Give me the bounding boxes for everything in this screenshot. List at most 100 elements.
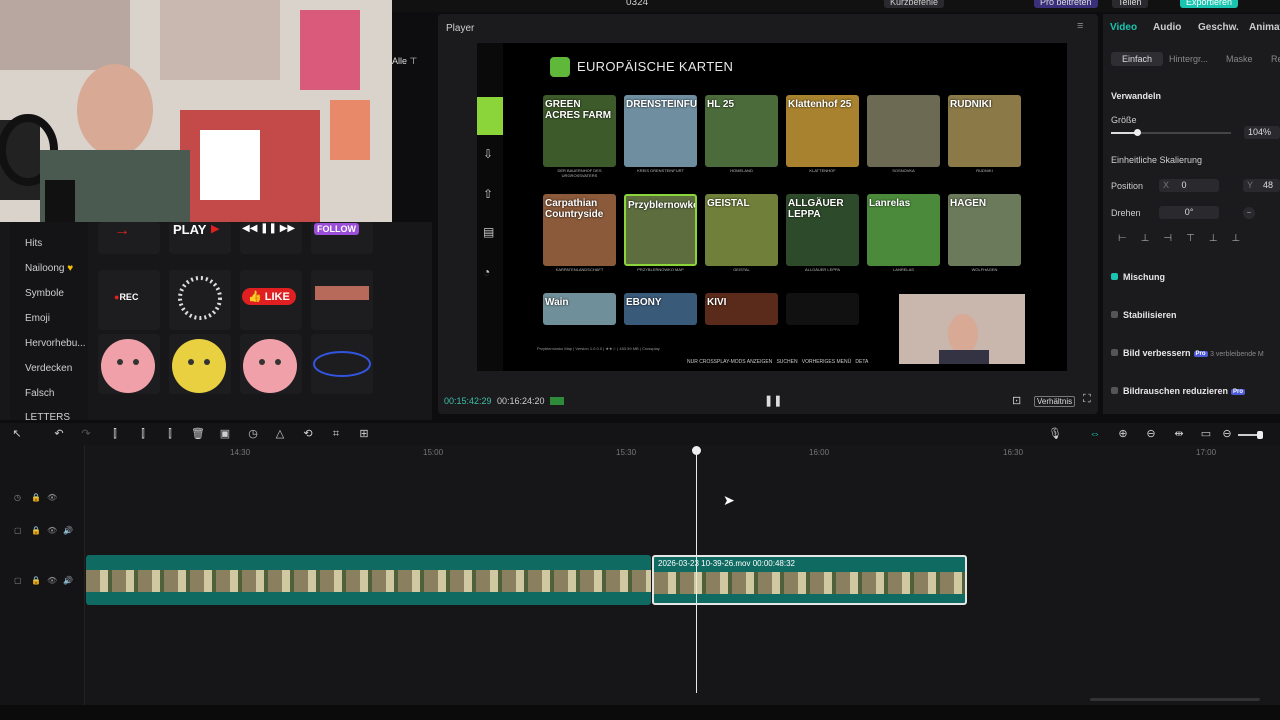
snap-icon[interactable]: ⇔ [1088, 427, 1102, 441]
map-tile[interactable]: Lanrelas [867, 194, 940, 266]
microphone-icon[interactable]: 🎙 [1048, 427, 1062, 441]
freeze-icon[interactable]: ▣ [218, 427, 232, 441]
sticker-like[interactable]: 👍 LIKE [240, 270, 302, 330]
resize-icon[interactable]: ⊞ [357, 427, 371, 441]
blend-checkbox[interactable] [1111, 273, 1118, 280]
select-tool-icon[interactable]: ↖ [10, 427, 24, 441]
fullscreen-icon[interactable]: ⛶ [1083, 393, 1091, 406]
eye-icon[interactable]: 👁 [47, 493, 57, 502]
map-tile[interactable]: HAGEN [948, 194, 1021, 266]
video-clip[interactable] [86, 555, 651, 605]
lock-icon[interactable]: 🔒 [31, 576, 41, 585]
pos-y-field[interactable]: Y 48 [1243, 179, 1280, 192]
mirror-icon[interactable]: △ [273, 427, 287, 441]
shortcuts-button[interactable]: Kurzbefehle [884, 0, 945, 8]
sticker-loading[interactable] [169, 270, 231, 330]
map-tile[interactable]: Klattenhof 25 [786, 95, 859, 167]
category-highlight[interactable]: Hervorhebu... [25, 338, 86, 349]
lock-icon[interactable]: 🔒 [31, 493, 41, 502]
subtab-background[interactable]: Hintergr... [1169, 54, 1208, 64]
video-preview[interactable]: ⇩ ⇧ ▤ ◔ EUROPÄISCHE KARTEN DER BAUERNHOF… [477, 43, 1067, 371]
tab-audio[interactable]: Audio [1153, 22, 1181, 33]
category-nailoong[interactable]: Nailoong ♥ [25, 263, 73, 274]
timeline-scrollbar[interactable] [1090, 698, 1260, 701]
speaker-icon[interactable]: 🔊 [63, 526, 73, 535]
zoom-slider-thumb[interactable] [1257, 431, 1263, 439]
chain-icon[interactable]: ⊖ [1144, 427, 1158, 441]
map-tile[interactable]: GEISTAL [705, 194, 778, 266]
split-left-icon[interactable]: ⫿ [136, 427, 150, 441]
track-frame-icon[interactable]: ▢ [14, 526, 22, 535]
align-clips-icon[interactable]: ⇹ [1172, 427, 1186, 441]
tab-animation[interactable]: Animat [1249, 22, 1280, 33]
sticker-follow[interactable]: FOLLOW [311, 222, 373, 254]
sticker-rec[interactable]: ●REC [98, 270, 160, 330]
screenshot-icon[interactable]: ⊡ [1012, 394, 1021, 407]
denoise-checkbox[interactable] [1111, 387, 1118, 394]
category-letters[interactable]: LETTERS [25, 412, 70, 423]
map-tile[interactable] [867, 95, 940, 167]
stabilize-checkbox[interactable] [1111, 311, 1118, 318]
filter-all-button[interactable]: Alle ⊤ [392, 56, 432, 70]
pause-button[interactable]: ❚❚ [764, 394, 782, 407]
sticker-pink-face-1[interactable] [98, 334, 160, 394]
map-tile[interactable]: Wain [543, 293, 616, 325]
play-clip-icon[interactable]: ◷ [246, 427, 260, 441]
align-toolbar[interactable]: ⊢⊥⊣⊤⊥⊥ [1118, 233, 1254, 244]
redo-icon[interactable]: ↷ [79, 427, 93, 441]
map-tile[interactable]: KIVI [705, 293, 778, 325]
subtab-mask[interactable]: Maske [1226, 54, 1253, 64]
split-right-icon[interactable]: ⫿ [163, 427, 177, 441]
map-tile[interactable] [786, 293, 859, 325]
map-tile[interactable]: DRENSTEINFURT [624, 95, 697, 167]
track-frame-icon[interactable]: ▢ [14, 576, 22, 585]
ratio-button[interactable]: Verhältnis [1034, 396, 1076, 407]
sticker-pink-face-2[interactable] [240, 334, 302, 394]
speaker-icon[interactable]: 🔊 [63, 576, 73, 585]
map-tile[interactable]: Carpathian Countryside [543, 194, 616, 266]
split-icon[interactable]: ⫿ [108, 427, 122, 441]
size-slider-thumb[interactable] [1134, 129, 1141, 136]
export-button[interactable]: Exportieren [1180, 0, 1239, 8]
sticker-media-controls[interactable]: ◀◀ ❚❚ ▶▶ [240, 222, 302, 254]
pos-x-field[interactable]: X 0 [1159, 179, 1219, 192]
category-cover[interactable]: Verdecken [25, 363, 72, 374]
delete-icon[interactable]: 🗑 [191, 427, 205, 441]
preview-icon[interactable]: ▭ [1199, 427, 1213, 441]
share-button[interactable]: Teilen [1112, 0, 1148, 8]
crop-icon[interactable]: ⌗ [329, 427, 343, 441]
undo-icon[interactable]: ↶ [52, 427, 66, 441]
sticker-brush-stroke[interactable] [311, 270, 373, 330]
tab-video[interactable]: Video [1110, 22, 1137, 33]
sticker-yellow-face[interactable] [169, 334, 231, 394]
join-pro-button[interactable]: Pro beitreten [1034, 0, 1098, 8]
category-wrong[interactable]: Falsch [25, 388, 54, 399]
map-tile[interactable]: HL 25 [705, 95, 778, 167]
video-clip-selected[interactable]: 2026-03-23 10-39-26.mov 00:00:48:32 [652, 555, 967, 605]
eye-icon[interactable]: 👁 [47, 526, 57, 535]
track-clock-icon[interactable]: ◷ [14, 493, 21, 502]
transform-heading[interactable]: Verwandeln [1111, 91, 1161, 101]
rotate-dial-icon[interactable]: − [1243, 207, 1255, 219]
subtab-retouch[interactable]: Ret [1271, 54, 1280, 64]
zoom-out-icon[interactable]: ⊖ [1220, 427, 1234, 441]
map-tile[interactable]: Przyblernowko [624, 194, 697, 266]
map-tile[interactable]: RUDNIKI [948, 95, 1021, 167]
map-tile[interactable]: ALLGÄUER LEPPA [786, 194, 859, 266]
subtab-basic[interactable]: Einfach [1111, 52, 1164, 66]
rotate-field[interactable]: 0° [1159, 206, 1219, 219]
enhance-checkbox[interactable] [1111, 349, 1118, 356]
category-hits[interactable]: Hits [25, 238, 42, 249]
link-icon[interactable]: ⊕ [1116, 427, 1130, 441]
category-emoji[interactable]: Emoji [25, 313, 50, 324]
lock-icon[interactable]: 🔒 [31, 526, 41, 535]
sticker-play[interactable]: PLAY ▶ [169, 222, 231, 254]
tab-speed[interactable]: Geschw. [1198, 22, 1239, 33]
map-tile[interactable]: EBONY [624, 293, 697, 325]
eye-icon[interactable]: 👁 [47, 576, 57, 585]
sticker-blue-ellipse[interactable] [311, 334, 373, 394]
sticker-arrow[interactable]: → [98, 222, 160, 254]
size-value[interactable]: 104% [1244, 126, 1280, 139]
rotate-icon[interactable]: ⟲ [301, 427, 315, 441]
menu-icon[interactable]: ≡ [1077, 20, 1083, 32]
